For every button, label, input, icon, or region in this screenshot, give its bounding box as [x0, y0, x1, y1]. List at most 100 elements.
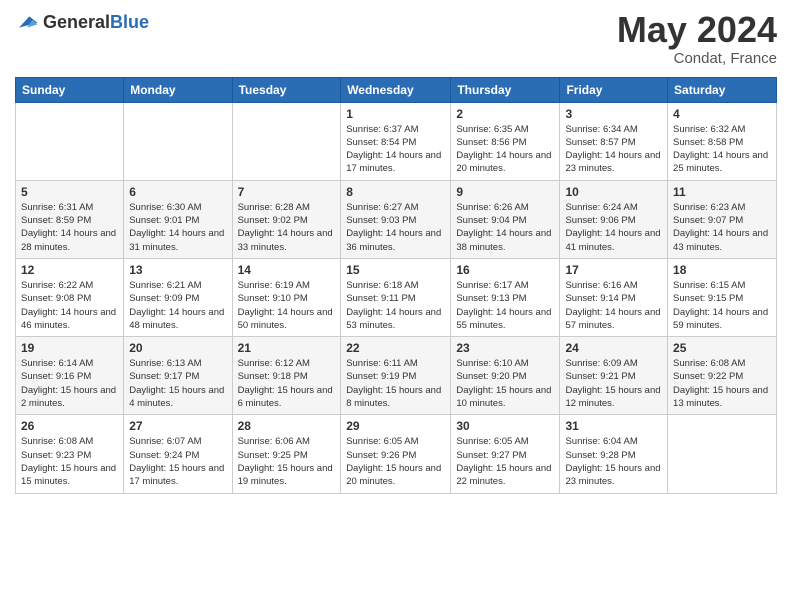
- page: GeneralBlue May 2024 Condat, France Sund…: [0, 0, 792, 612]
- location: Condat, France: [617, 50, 777, 67]
- table-row: 14 Sunrise: 6:19 AMSunset: 9:10 PMDaylig…: [232, 258, 341, 336]
- day-number: 5: [21, 185, 118, 199]
- table-row: 2 Sunrise: 6:35 AMSunset: 8:56 PMDayligh…: [451, 102, 560, 180]
- table-row: 31 Sunrise: 6:04 AMSunset: 9:28 PMDaylig…: [560, 415, 668, 493]
- day-detail: Sunrise: 6:06 AMSunset: 9:25 PMDaylight:…: [238, 436, 333, 487]
- day-number: 24: [565, 341, 662, 355]
- day-number: 2: [456, 107, 554, 121]
- day-number: 27: [129, 419, 226, 433]
- day-detail: Sunrise: 6:22 AMSunset: 9:08 PMDaylight:…: [21, 280, 116, 331]
- table-row: 6 Sunrise: 6:30 AMSunset: 9:01 PMDayligh…: [124, 180, 232, 258]
- table-row: 21 Sunrise: 6:12 AMSunset: 9:18 PMDaylig…: [232, 337, 341, 415]
- day-detail: Sunrise: 6:18 AMSunset: 9:11 PMDaylight:…: [346, 280, 441, 331]
- day-detail: Sunrise: 6:27 AMSunset: 9:03 PMDaylight:…: [346, 202, 441, 253]
- day-number: 4: [673, 107, 771, 121]
- col-saturday: Saturday: [668, 77, 777, 102]
- day-number: 30: [456, 419, 554, 433]
- table-row: 3 Sunrise: 6:34 AMSunset: 8:57 PMDayligh…: [560, 102, 668, 180]
- table-row: 28 Sunrise: 6:06 AMSunset: 9:25 PMDaylig…: [232, 415, 341, 493]
- day-number: 8: [346, 185, 445, 199]
- table-row: 24 Sunrise: 6:09 AMSunset: 9:21 PMDaylig…: [560, 337, 668, 415]
- day-number: 6: [129, 185, 226, 199]
- day-detail: Sunrise: 6:08 AMSunset: 9:22 PMDaylight:…: [673, 358, 768, 409]
- col-monday: Monday: [124, 77, 232, 102]
- table-row: [124, 102, 232, 180]
- day-number: 14: [238, 263, 336, 277]
- table-row: 15 Sunrise: 6:18 AMSunset: 9:11 PMDaylig…: [341, 258, 451, 336]
- day-number: 21: [238, 341, 336, 355]
- day-detail: Sunrise: 6:14 AMSunset: 9:16 PMDaylight:…: [21, 358, 116, 409]
- table-row: 30 Sunrise: 6:05 AMSunset: 9:27 PMDaylig…: [451, 415, 560, 493]
- day-number: 26: [21, 419, 118, 433]
- table-row: 23 Sunrise: 6:10 AMSunset: 9:20 PMDaylig…: [451, 337, 560, 415]
- day-detail: Sunrise: 6:07 AMSunset: 9:24 PMDaylight:…: [129, 436, 224, 487]
- day-number: 29: [346, 419, 445, 433]
- day-detail: Sunrise: 6:08 AMSunset: 9:23 PMDaylight:…: [21, 436, 116, 487]
- day-number: 15: [346, 263, 445, 277]
- day-detail: Sunrise: 6:05 AMSunset: 9:27 PMDaylight:…: [456, 436, 551, 487]
- day-number: 16: [456, 263, 554, 277]
- day-number: 18: [673, 263, 771, 277]
- day-detail: Sunrise: 6:21 AMSunset: 9:09 PMDaylight:…: [129, 280, 224, 331]
- table-row: 29 Sunrise: 6:05 AMSunset: 9:26 PMDaylig…: [341, 415, 451, 493]
- table-row: 10 Sunrise: 6:24 AMSunset: 9:06 PMDaylig…: [560, 180, 668, 258]
- day-detail: Sunrise: 6:31 AMSunset: 8:59 PMDaylight:…: [21, 202, 116, 253]
- table-row: [16, 102, 124, 180]
- day-detail: Sunrise: 6:19 AMSunset: 9:10 PMDaylight:…: [238, 280, 333, 331]
- calendar-header-row: Sunday Monday Tuesday Wednesday Thursday…: [16, 77, 777, 102]
- col-wednesday: Wednesday: [341, 77, 451, 102]
- day-number: 28: [238, 419, 336, 433]
- day-number: 23: [456, 341, 554, 355]
- day-detail: Sunrise: 6:16 AMSunset: 9:14 PMDaylight:…: [565, 280, 660, 331]
- table-row: 26 Sunrise: 6:08 AMSunset: 9:23 PMDaylig…: [16, 415, 124, 493]
- calendar-week-row: 5 Sunrise: 6:31 AMSunset: 8:59 PMDayligh…: [16, 180, 777, 258]
- day-detail: Sunrise: 6:17 AMSunset: 9:13 PMDaylight:…: [456, 280, 551, 331]
- day-number: 11: [673, 185, 771, 199]
- header: GeneralBlue May 2024 Condat, France: [15, 10, 777, 67]
- table-row: 8 Sunrise: 6:27 AMSunset: 9:03 PMDayligh…: [341, 180, 451, 258]
- day-detail: Sunrise: 6:13 AMSunset: 9:17 PMDaylight:…: [129, 358, 224, 409]
- col-tuesday: Tuesday: [232, 77, 341, 102]
- table-row: [232, 102, 341, 180]
- day-number: 20: [129, 341, 226, 355]
- table-row: 5 Sunrise: 6:31 AMSunset: 8:59 PMDayligh…: [16, 180, 124, 258]
- table-row: 17 Sunrise: 6:16 AMSunset: 9:14 PMDaylig…: [560, 258, 668, 336]
- day-number: 7: [238, 185, 336, 199]
- day-detail: Sunrise: 6:37 AMSunset: 8:54 PMDaylight:…: [346, 124, 441, 175]
- logo: GeneralBlue: [15, 10, 149, 34]
- calendar-week-row: 12 Sunrise: 6:22 AMSunset: 9:08 PMDaylig…: [16, 258, 777, 336]
- col-thursday: Thursday: [451, 77, 560, 102]
- day-detail: Sunrise: 6:05 AMSunset: 9:26 PMDaylight:…: [346, 436, 441, 487]
- day-detail: Sunrise: 6:28 AMSunset: 9:02 PMDaylight:…: [238, 202, 333, 253]
- calendar-week-row: 26 Sunrise: 6:08 AMSunset: 9:23 PMDaylig…: [16, 415, 777, 493]
- table-row: 1 Sunrise: 6:37 AMSunset: 8:54 PMDayligh…: [341, 102, 451, 180]
- calendar-week-row: 1 Sunrise: 6:37 AMSunset: 8:54 PMDayligh…: [16, 102, 777, 180]
- table-row: 22 Sunrise: 6:11 AMSunset: 9:19 PMDaylig…: [341, 337, 451, 415]
- table-row: 11 Sunrise: 6:23 AMSunset: 9:07 PMDaylig…: [668, 180, 777, 258]
- day-detail: Sunrise: 6:34 AMSunset: 8:57 PMDaylight:…: [565, 124, 660, 175]
- col-friday: Friday: [560, 77, 668, 102]
- calendar-week-row: 19 Sunrise: 6:14 AMSunset: 9:16 PMDaylig…: [16, 337, 777, 415]
- day-number: 12: [21, 263, 118, 277]
- table-row: 7 Sunrise: 6:28 AMSunset: 9:02 PMDayligh…: [232, 180, 341, 258]
- table-row: 27 Sunrise: 6:07 AMSunset: 9:24 PMDaylig…: [124, 415, 232, 493]
- table-row: 13 Sunrise: 6:21 AMSunset: 9:09 PMDaylig…: [124, 258, 232, 336]
- logo-general: GeneralBlue: [43, 12, 149, 33]
- day-detail: Sunrise: 6:32 AMSunset: 8:58 PMDaylight:…: [673, 124, 768, 175]
- day-detail: Sunrise: 6:35 AMSunset: 8:56 PMDaylight:…: [456, 124, 551, 175]
- day-number: 1: [346, 107, 445, 121]
- day-detail: Sunrise: 6:09 AMSunset: 9:21 PMDaylight:…: [565, 358, 660, 409]
- table-row: 12 Sunrise: 6:22 AMSunset: 9:08 PMDaylig…: [16, 258, 124, 336]
- day-detail: Sunrise: 6:24 AMSunset: 9:06 PMDaylight:…: [565, 202, 660, 253]
- day-number: 10: [565, 185, 662, 199]
- day-number: 19: [21, 341, 118, 355]
- table-row: 4 Sunrise: 6:32 AMSunset: 8:58 PMDayligh…: [668, 102, 777, 180]
- col-sunday: Sunday: [16, 77, 124, 102]
- calendar-table: Sunday Monday Tuesday Wednesday Thursday…: [15, 77, 777, 494]
- table-row: 19 Sunrise: 6:14 AMSunset: 9:16 PMDaylig…: [16, 337, 124, 415]
- day-detail: Sunrise: 6:11 AMSunset: 9:19 PMDaylight:…: [346, 358, 441, 409]
- day-detail: Sunrise: 6:04 AMSunset: 9:28 PMDaylight:…: [565, 436, 660, 487]
- day-detail: Sunrise: 6:30 AMSunset: 9:01 PMDaylight:…: [129, 202, 224, 253]
- day-number: 9: [456, 185, 554, 199]
- day-number: 31: [565, 419, 662, 433]
